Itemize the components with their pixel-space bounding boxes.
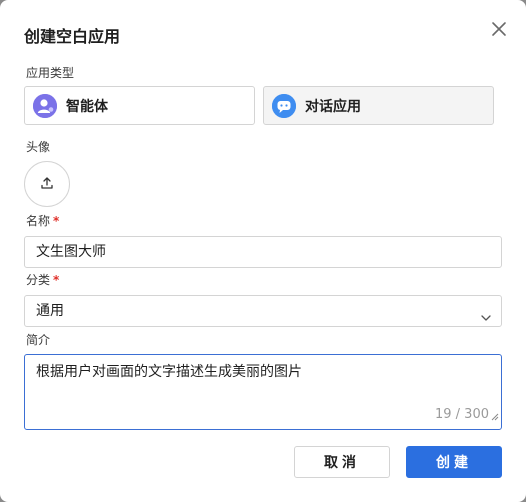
description-textarea[interactable]: 根据用户对画面的文字描述生成美丽的图片 19 / 300 — [24, 354, 502, 430]
app-type-agent-option[interactable]: 智能体 — [24, 86, 255, 125]
upload-icon — [40, 175, 54, 194]
avatar-label: 头像 — [26, 140, 51, 154]
avatar-upload-button[interactable] — [24, 161, 70, 207]
category-select[interactable]: 通用 — [24, 295, 502, 327]
category-value: 通用 — [36, 303, 64, 319]
category-label: 分类 * — [26, 272, 59, 288]
close-icon[interactable] — [488, 18, 510, 40]
required-mark: * — [53, 273, 60, 287]
char-counter: 19 / 300 — [435, 407, 489, 422]
category-label-text: 分类 — [26, 273, 51, 287]
resize-handle-icon[interactable] — [491, 407, 499, 427]
name-input[interactable]: 文生图大师 — [24, 236, 502, 268]
name-label: 名称 * — [26, 213, 59, 229]
chat-app-icon — [272, 93, 296, 118]
name-label-text: 名称 — [26, 214, 51, 228]
app-type-chat-option[interactable]: 对话应用 — [263, 86, 494, 125]
app-type-label: 应用类型 — [26, 66, 75, 80]
create-app-dialog: 创建空白应用 应用类型 智能体 对话应用 头像 名称 * 文生图大师 分类 * … — [0, 0, 526, 502]
app-type-agent-label: 智能体 — [66, 98, 108, 115]
chevron-down-icon — [480, 305, 492, 335]
cancel-button[interactable]: 取消 — [294, 446, 390, 478]
description-label: 简介 — [26, 333, 51, 347]
required-mark: * — [53, 214, 60, 228]
dialog-title: 创建空白应用 — [24, 27, 121, 46]
create-button[interactable]: 创建 — [406, 446, 502, 478]
description-value: 根据用户对画面的文字描述生成美丽的图片 — [36, 364, 302, 380]
app-type-chat-label: 对话应用 — [305, 98, 361, 115]
agent-icon — [33, 93, 57, 118]
